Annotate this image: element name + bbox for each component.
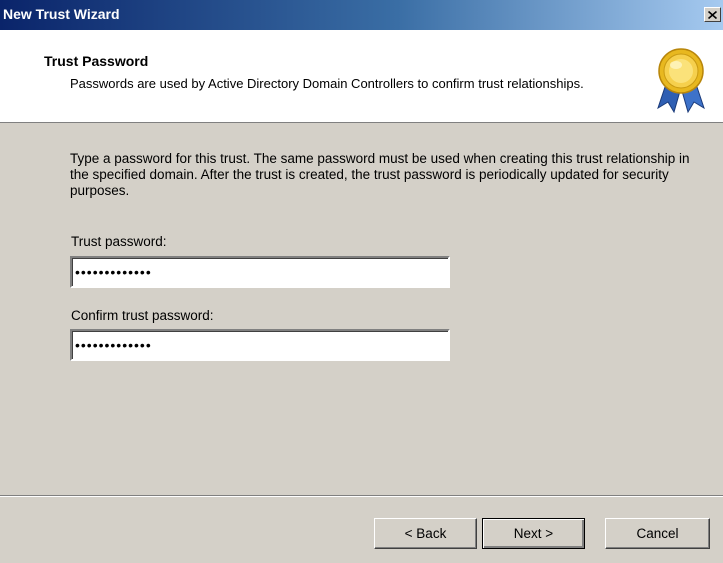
- award-ribbon-icon: [657, 48, 705, 114]
- page-subtitle: Passwords are used by Active Directory D…: [70, 76, 584, 91]
- wizard-window: New Trust Wizard Trust Password Password…: [0, 0, 723, 563]
- footer-separator: [0, 495, 723, 497]
- page-title: Trust Password: [44, 53, 149, 69]
- next-button[interactable]: Next >: [482, 518, 585, 549]
- title-bar[interactable]: New Trust Wizard: [0, 0, 723, 30]
- close-icon: [708, 10, 717, 19]
- confirm-password-label: Confirm trust password:: [71, 308, 214, 323]
- wizard-header: Trust Password Passwords are used by Act…: [0, 30, 723, 123]
- intro-text: Type a password for this trust. The same…: [70, 151, 690, 198]
- close-button[interactable]: [704, 7, 721, 22]
- window-title: New Trust Wizard: [3, 6, 120, 22]
- confirm-password-input[interactable]: [70, 329, 450, 361]
- cancel-button[interactable]: Cancel: [605, 518, 710, 549]
- trust-password-input[interactable]: [70, 256, 450, 288]
- trust-password-label: Trust password:: [71, 234, 167, 249]
- back-button[interactable]: < Back: [374, 518, 477, 549]
